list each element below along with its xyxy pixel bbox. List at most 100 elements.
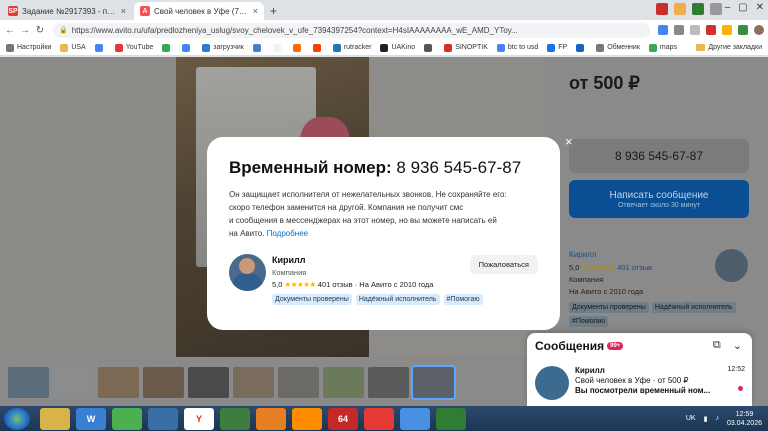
chevron-down-icon[interactable]: ⌄: [733, 339, 742, 352]
more-info-link[interactable]: Подробнее: [267, 229, 309, 238]
bookmark-item[interactable]: Обменник: [596, 43, 640, 52]
bookmark-item[interactable]: btc to usd: [496, 43, 538, 52]
photo-thumbnail[interactable]: [188, 367, 229, 398]
photo-thumbnail[interactable]: [53, 367, 94, 398]
start-button[interactable]: [4, 407, 30, 430]
windows-taskbar: W Y 64 UK ▮ ♪ 12:59 03.04.2026: [0, 406, 768, 431]
bookmark-favicon-icon: [182, 43, 191, 52]
network-icon[interactable]: ▮: [704, 415, 708, 423]
other-bookmarks[interactable]: Другие закладки: [696, 44, 762, 51]
minimize-icon[interactable]: –: [725, 2, 731, 13]
message-item[interactable]: Кирилл Свой человек в Уфе · от 500 ₽ Вы …: [535, 364, 745, 404]
seller-avatar[interactable]: [715, 249, 748, 282]
translate-icon[interactable]: [658, 25, 668, 35]
extension-icon[interactable]: [710, 3, 722, 15]
bookmark-item[interactable]: [252, 43, 264, 52]
seller-tags: Документы проверены Надёжный исполнитель…: [272, 294, 483, 305]
reload-icon[interactable]: ↻: [34, 25, 46, 36]
temporary-phone-number[interactable]: 8 936 545-67-87: [396, 158, 521, 177]
taskbar-app-icon[interactable]: [112, 407, 142, 430]
taskbar-app-icon[interactable]: W: [76, 407, 106, 430]
rating-value: 5,0: [272, 280, 283, 289]
bookmark-item[interactable]: [94, 43, 106, 52]
taskbar-app-icon[interactable]: [400, 407, 430, 430]
maximize-icon[interactable]: ▢: [738, 2, 747, 13]
profile-avatar[interactable]: [754, 25, 764, 35]
seller-rating: 5,0 ★★★★★ 401 отзыв · На Авито с 2010 го…: [272, 280, 433, 289]
clock[interactable]: 12:59 03.04.2026: [727, 410, 762, 428]
seller-avatar[interactable]: [229, 254, 266, 291]
bookmark-item[interactable]: rutracker: [332, 43, 371, 52]
bookmark-item[interactable]: [312, 43, 324, 52]
window-controls: – ▢ ✕: [725, 2, 764, 13]
show-phone-button[interactable]: 8 936 545-67-87: [569, 139, 749, 173]
bookmark-item[interactable]: USA: [60, 43, 86, 52]
forward-icon[interactable]: →: [19, 25, 31, 36]
close-tab-icon[interactable]: ×: [121, 6, 126, 16]
language-indicator[interactable]: UK: [686, 415, 696, 422]
open-external-icon[interactable]: ⧉: [713, 339, 721, 352]
photo-thumbnail[interactable]: [98, 367, 139, 398]
seller-name[interactable]: Кирилл: [272, 255, 306, 265]
bookmark-item[interactable]: [162, 43, 173, 52]
taskbar-app-icon[interactable]: [436, 407, 466, 430]
photo-thumbnail[interactable]: [8, 367, 49, 398]
photo-thumbnail[interactable]: [323, 367, 364, 398]
close-tab-icon[interactable]: ×: [253, 6, 258, 16]
taskbar-app-icon[interactable]: [148, 407, 178, 430]
bookmark-item[interactable]: Настройки: [6, 43, 51, 52]
taskbar-app-icon[interactable]: [364, 407, 394, 430]
tab-title: Задание №2917393 - просмотр з: [22, 6, 117, 16]
volume-icon[interactable]: ♪: [715, 415, 719, 422]
tab-task[interactable]: SP Задание №2917393 - просмотр з ×: [2, 2, 132, 20]
bookmark-item[interactable]: UAKino: [380, 43, 415, 52]
bookmark-item[interactable]: maps: [648, 43, 677, 52]
seller-reviews-link[interactable]: 401 отзыв: [617, 263, 652, 272]
bookmarks-bar: Настройки USA YouTube загрузчик rutracker UAK…: [0, 40, 768, 56]
bookmark-item[interactable]: FP: [547, 43, 567, 52]
bookmark-favicon-icon: [312, 43, 321, 52]
reviews-link[interactable]: 401 отзыв: [318, 280, 353, 289]
extension-icon[interactable]: [674, 3, 686, 15]
bookmark-item[interactable]: [424, 43, 435, 52]
bookmark-item[interactable]: [576, 43, 587, 52]
taskbar-app-icon[interactable]: 64: [328, 407, 358, 430]
bookmark-item[interactable]: [292, 43, 304, 52]
photo-thumbnail[interactable]: [278, 367, 319, 398]
bookmark-item[interactable]: YouTube: [114, 43, 153, 52]
avito-favicon-icon: A: [140, 6, 150, 16]
photo-thumbnail[interactable]: [411, 365, 456, 400]
bookmark-favicon-icon: [202, 43, 211, 52]
photo-thumbnail[interactable]: [368, 367, 409, 398]
modal-close-icon[interactable]: ×: [565, 134, 573, 149]
bookmark-item[interactable]: загрузчик: [202, 43, 244, 52]
bookmark-item[interactable]: [182, 43, 193, 52]
new-tab-button[interactable]: +: [270, 2, 277, 20]
complain-button[interactable]: Пожаловаться: [469, 255, 538, 274]
write-message-button[interactable]: Написать сообщение Отвечает около 30 мин…: [569, 180, 749, 218]
bookmark-star-icon[interactable]: [690, 25, 700, 35]
taskbar-app-icon[interactable]: [220, 407, 250, 430]
bookmark-item[interactable]: SINOPTIK: [444, 43, 488, 52]
address-toolbar: ← → ↻ 🔒 https://www.avito.ru/ufa/predloz…: [0, 20, 768, 40]
bookmark-item[interactable]: [272, 43, 284, 52]
taskbar-app-icon[interactable]: [40, 407, 70, 430]
share-icon[interactable]: [674, 25, 684, 35]
back-icon[interactable]: ←: [4, 25, 16, 36]
taskbar-apps: W Y 64: [40, 407, 466, 430]
extension-icon[interactable]: [656, 3, 668, 15]
taskbar-app-icon[interactable]: [292, 407, 322, 430]
tab-avito[interactable]: A Свой человек в Уфе (7394397254 ×: [134, 2, 264, 20]
bookmark-favicon-icon: [332, 43, 341, 52]
extension-icon[interactable]: [738, 25, 748, 35]
extension-icon[interactable]: [706, 25, 716, 35]
bookmark-favicon-icon: [6, 43, 14, 52]
photo-thumbnail[interactable]: [233, 367, 274, 398]
taskbar-app-icon[interactable]: Y: [184, 407, 214, 430]
taskbar-app-icon[interactable]: [256, 407, 286, 430]
address-bar[interactable]: 🔒 https://www.avito.ru/ufa/predlozheniya…: [53, 22, 650, 38]
extension-icon[interactable]: [722, 25, 732, 35]
photo-thumbnail[interactable]: [143, 367, 184, 398]
close-window-icon[interactable]: ✕: [756, 2, 764, 13]
extension-icon[interactable]: [692, 3, 704, 15]
